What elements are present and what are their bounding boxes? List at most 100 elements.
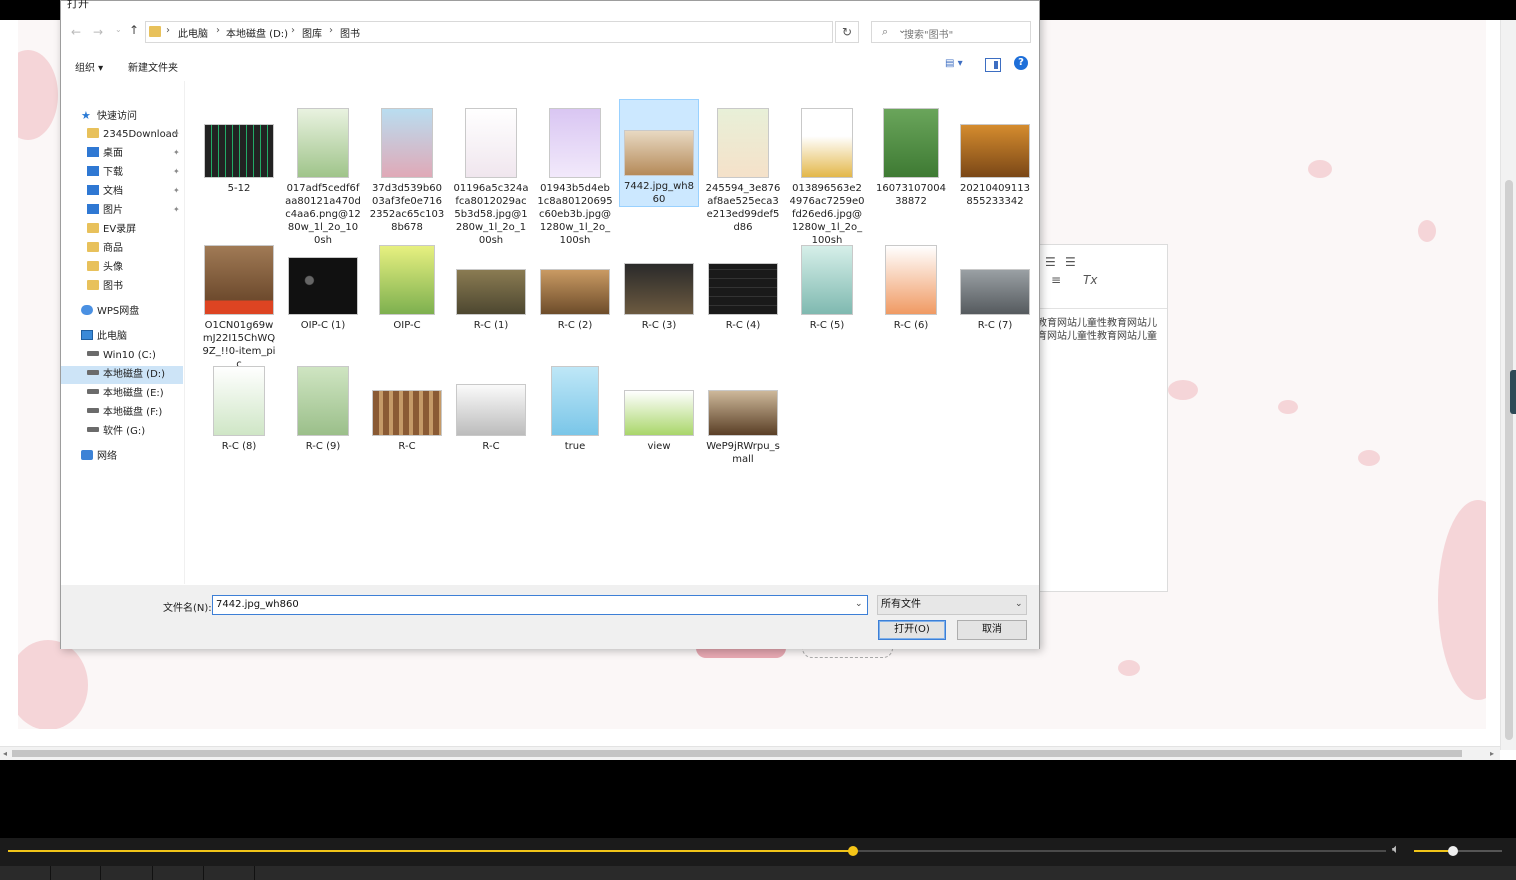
file-item[interactable]: R-C (8) — [199, 360, 279, 453]
preview-pane-icon[interactable] — [985, 58, 1001, 72]
file-item[interactable]: R-C (5) — [787, 239, 867, 332]
open-button[interactable]: 打开(O) — [878, 620, 946, 640]
file-item[interactable]: 37d3d539b6003af3fe0e7162352ac65c1038b678 — [367, 102, 447, 234]
nav-item-label: 软件 (G:) — [103, 426, 146, 437]
volume-handle[interactable] — [1447, 846, 1458, 856]
nav-item-11[interactable]: 此电脑 — [81, 328, 127, 346]
nav-item-15[interactable]: 本地磁盘 (F:) — [87, 404, 162, 422]
nav-item-16[interactable]: 软件 (G:) — [87, 423, 145, 441]
scroll-left-icon[interactable]: ◂ — [3, 747, 7, 760]
chevron-down-icon[interactable]: ⌄ — [1015, 599, 1023, 609]
file-item[interactable]: R-C — [367, 360, 447, 453]
file-name: WeP9jRWrpu_small — [706, 441, 780, 465]
clear-format-icon[interactable]: Tx — [1083, 273, 1097, 287]
pin-icon[interactable]: ✦ — [173, 148, 180, 157]
nav-item-17[interactable]: 网络 — [81, 448, 117, 466]
video-player-bar: 🔈︎ — [0, 838, 1516, 880]
file-item[interactable]: 5-12 — [199, 102, 279, 195]
volume-slider[interactable] — [1414, 846, 1502, 856]
breadcrumb-books[interactable]: 图书 — [340, 25, 360, 40]
pin-icon[interactable]: ✦ — [173, 186, 180, 195]
screen: ☰ ☰ ≡ Tx 教育网站儿童性教育网站儿育网站儿童性教育网站儿童 ◂ ▸ 打开… — [0, 0, 1516, 880]
file-name: R-C — [398, 441, 416, 452]
file-item[interactable]: 1607310700438872 — [871, 102, 951, 208]
rich-text-editor[interactable]: ☰ ☰ ≡ Tx 教育网站儿童性教育网站儿育网站儿童性教育网站儿童 — [1037, 244, 1168, 592]
address-bar[interactable]: › 此电脑 › 本地磁盘 (D:) › 图库 › 图书 ⌄ — [145, 21, 906, 43]
file-item[interactable]: OIP-C (1) — [283, 239, 363, 332]
nav-item-label: EV录屏 — [103, 224, 137, 235]
file-item[interactable]: R-C (6) — [871, 239, 951, 332]
breadcrumb-this-pc[interactable]: 此电脑 — [178, 25, 208, 40]
file-item[interactable]: R-C (3) — [619, 239, 699, 332]
nav-item-14[interactable]: 本地磁盘 (E:) — [87, 385, 164, 403]
file-type-select[interactable]: 所有文件 — [877, 595, 1027, 615]
document-icon — [87, 185, 99, 195]
file-item[interactable]: 7442.jpg_wh860 — [619, 99, 699, 207]
file-item[interactable]: R-C (2) — [535, 239, 615, 332]
organize-button[interactable]: 组织 ▾ — [75, 59, 103, 74]
nav-item-8[interactable]: 头像 — [87, 259, 123, 277]
breadcrumb-drive-d[interactable]: 本地磁盘 (D:) — [226, 25, 288, 40]
nav-item-7[interactable]: 商品 — [87, 240, 123, 258]
scroll-right-icon[interactable]: ▸ — [1490, 747, 1494, 760]
file-thumbnail — [288, 257, 358, 315]
indent-icon[interactable]: ☰ — [1045, 255, 1056, 269]
back-arrow-icon[interactable]: ← — [71, 25, 81, 39]
file-item[interactable]: 01196a5c324afca8012029ac5b3d58.jpg@1280w… — [451, 102, 531, 247]
file-item[interactable]: 20210409113855233342 — [955, 102, 1035, 208]
new-folder-button[interactable]: 新建文件夹 — [128, 59, 178, 74]
nav-item-0[interactable]: ★ 快速访问 — [81, 107, 137, 125]
file-item[interactable]: 017adf5cedf6faa80121a470dc4aa6.png@1280w… — [283, 102, 363, 247]
nav-item-1[interactable]: 2345Download — [87, 126, 178, 144]
scrollbar-thumb[interactable] — [1505, 180, 1513, 740]
nav-item-10[interactable]: WPS网盘 — [81, 303, 139, 321]
h-scrollbar-thumb[interactable] — [12, 750, 1462, 757]
nav-item-12[interactable]: Win10 (C:) — [87, 347, 156, 365]
file-item[interactable]: 01943b5d4eb1c8a80120695c60eb3b.jpg@1280w… — [535, 102, 615, 247]
file-item[interactable]: R-C (4) — [703, 239, 783, 332]
progress-track[interactable] — [8, 846, 1386, 856]
horizontal-scrollbar[interactable]: ◂ ▸ — [0, 746, 1500, 760]
open-file-dialog: 打开 ← → ⌄ ↑ › 此电脑 › 本地磁盘 (D:) › 图库 › 图书 ⌄… — [60, 0, 1040, 649]
view-options-icon[interactable]: ▤ ▾ — [945, 58, 971, 72]
outdent-icon[interactable]: ☰ — [1065, 255, 1076, 269]
nav-item-9[interactable]: 图书 — [87, 278, 123, 296]
file-item[interactable]: 245594_3e876af8ae525eca3e213ed99def5d86 — [703, 102, 783, 234]
nav-item-2[interactable]: 桌面 — [87, 145, 123, 163]
pin-icon[interactable]: ✦ — [173, 167, 180, 176]
nav-item-5[interactable]: 图片 — [87, 202, 123, 220]
file-item[interactable]: 013896563e24976ac7259e0fd26ed6.jpg@1280w… — [787, 102, 867, 247]
file-item[interactable]: R-C — [451, 360, 531, 453]
editor-content[interactable]: 教育网站儿童性教育网站儿育网站儿童性教育网站儿童 — [1037, 309, 1165, 343]
file-item[interactable]: true — [535, 360, 615, 453]
volume-icon[interactable]: 🔈︎ — [1392, 842, 1400, 857]
pin-icon[interactable]: ✦ — [173, 129, 180, 138]
file-item[interactable]: OIP-C — [367, 239, 447, 332]
forward-arrow-icon[interactable]: → — [93, 25, 103, 39]
nav-item-3[interactable]: 下载 — [87, 164, 123, 182]
chevron-down-icon[interactable]: ⌄ — [855, 599, 863, 609]
breadcrumb-gallery[interactable]: 图库 — [302, 25, 322, 40]
nav-item-13[interactable]: 本地磁盘 (D:) — [61, 366, 183, 384]
search-input[interactable]: ⌕ 搜索"图书" — [871, 21, 1031, 43]
file-item[interactable]: view — [619, 360, 699, 453]
cancel-button[interactable]: 取消 — [957, 620, 1027, 640]
filename-input[interactable]: 7442.jpg_wh860 — [212, 595, 868, 615]
vertical-scrollbar[interactable] — [1500, 20, 1516, 750]
file-item[interactable]: R-C (1) — [451, 239, 531, 332]
nav-item-4[interactable]: 文档 — [87, 183, 123, 201]
up-arrow-icon[interactable]: ↑ — [129, 23, 139, 37]
refresh-button[interactable]: ↻ — [835, 21, 859, 43]
file-item[interactable]: O1CN01g69wmJ22I15ChWQ9Z_!!0-item_pic — [199, 239, 279, 371]
pin-icon[interactable]: ✦ — [173, 205, 180, 214]
file-item[interactable]: R-C (9) — [283, 360, 363, 453]
file-item[interactable]: R-C (7) — [955, 239, 1035, 332]
side-tab[interactable] — [1510, 370, 1516, 414]
progress-handle[interactable] — [847, 846, 858, 856]
recent-chevron-icon[interactable]: ⌄ — [115, 25, 122, 34]
help-icon[interactable]: ? — [1014, 56, 1028, 70]
nav-item-6[interactable]: EV录屏 — [87, 221, 136, 239]
file-item[interactable]: WeP9jRWrpu_small — [703, 360, 783, 466]
align-icon[interactable]: ≡ — [1051, 273, 1061, 287]
file-list: 5-12 017adf5cedf6faa80121a470dc4aa6.png@1… — [197, 81, 1039, 584]
